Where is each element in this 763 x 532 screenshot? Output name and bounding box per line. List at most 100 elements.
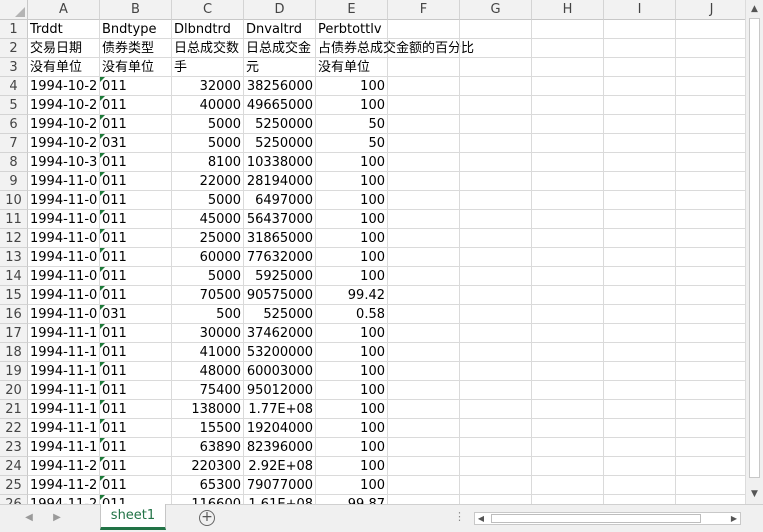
cell-g9[interactable]	[460, 172, 532, 191]
cell-j25[interactable]	[676, 476, 745, 495]
cell-i10[interactable]	[604, 191, 676, 210]
cell-d20[interactable]: 95012000	[244, 381, 316, 400]
cell-c8[interactable]: 8100	[172, 153, 244, 172]
cell-h23[interactable]	[532, 438, 604, 457]
cell-i20[interactable]	[604, 381, 676, 400]
cell-g8[interactable]	[460, 153, 532, 172]
cell-j5[interactable]	[676, 96, 745, 115]
cell-h2[interactable]	[532, 39, 604, 58]
row-header-11[interactable]: 11	[0, 210, 28, 229]
cell-j22[interactable]	[676, 419, 745, 438]
column-header-h[interactable]: H	[532, 0, 604, 20]
cell-d4[interactable]: 38256000	[244, 77, 316, 96]
cell-j9[interactable]	[676, 172, 745, 191]
cell-f18[interactable]	[388, 343, 460, 362]
cell-b2[interactable]: 债券类型	[100, 39, 172, 58]
cell-d8[interactable]: 10338000	[244, 153, 316, 172]
cell-c19[interactable]: 48000	[172, 362, 244, 381]
cell-b14[interactable]: 011	[100, 267, 172, 286]
cell-f10[interactable]	[388, 191, 460, 210]
cell-b7[interactable]: 031	[100, 134, 172, 153]
cell-f21[interactable]	[388, 400, 460, 419]
cell-i2[interactable]	[604, 39, 676, 58]
horizontal-scrollbar[interactable]: ◀ ▶	[474, 512, 741, 525]
cell-i6[interactable]	[604, 115, 676, 134]
cell-j7[interactable]	[676, 134, 745, 153]
cell-d25[interactable]: 79077000	[244, 476, 316, 495]
cell-j18[interactable]	[676, 343, 745, 362]
cell-i3[interactable]	[604, 58, 676, 77]
cell-e25[interactable]: 100	[316, 476, 388, 495]
cell-f1[interactable]	[388, 20, 460, 39]
cell-f24[interactable]	[388, 457, 460, 476]
cell-e10[interactable]: 100	[316, 191, 388, 210]
cell-b13[interactable]: 011	[100, 248, 172, 267]
cell-i7[interactable]	[604, 134, 676, 153]
cell-h16[interactable]	[532, 305, 604, 324]
cell-d11[interactable]: 56437000	[244, 210, 316, 229]
cell-c12[interactable]: 25000	[172, 229, 244, 248]
cell-j4[interactable]	[676, 77, 745, 96]
cell-b15[interactable]: 011	[100, 286, 172, 305]
cell-a10[interactable]: 1994-11-0	[28, 191, 100, 210]
cell-c7[interactable]: 5000	[172, 134, 244, 153]
row-header-23[interactable]: 23	[0, 438, 28, 457]
select-all-corner[interactable]	[0, 0, 28, 20]
cell-e4[interactable]: 100	[316, 77, 388, 96]
cell-f8[interactable]	[388, 153, 460, 172]
cell-g1[interactable]	[460, 20, 532, 39]
column-header-c[interactable]: C	[172, 0, 244, 20]
cell-e7[interactable]: 50	[316, 134, 388, 153]
cell-c24[interactable]: 220300	[172, 457, 244, 476]
cell-g12[interactable]	[460, 229, 532, 248]
cell-i22[interactable]	[604, 419, 676, 438]
cell-e14[interactable]: 100	[316, 267, 388, 286]
row-header-13[interactable]: 13	[0, 248, 28, 267]
cell-d7[interactable]: 5250000	[244, 134, 316, 153]
cell-c15[interactable]: 70500	[172, 286, 244, 305]
cell-c13[interactable]: 60000	[172, 248, 244, 267]
cell-d26[interactable]: 1.61E+08	[244, 495, 316, 504]
cell-d15[interactable]: 90575000	[244, 286, 316, 305]
cell-h7[interactable]	[532, 134, 604, 153]
cell-d16[interactable]: 525000	[244, 305, 316, 324]
spreadsheet-grid[interactable]: ABCDEFGHIJ 1 2 3 4 5 6 7 8 9 10 11 12 13 14 15 16 17 18 19…	[0, 0, 745, 504]
cell-c16[interactable]: 500	[172, 305, 244, 324]
row-header-12[interactable]: 12	[0, 229, 28, 248]
cell-i23[interactable]	[604, 438, 676, 457]
cell-i4[interactable]	[604, 77, 676, 96]
cell-f22[interactable]	[388, 419, 460, 438]
cell-j23[interactable]	[676, 438, 745, 457]
cell-h10[interactable]	[532, 191, 604, 210]
cell-e22[interactable]: 100	[316, 419, 388, 438]
cell-i14[interactable]	[604, 267, 676, 286]
cell-g15[interactable]	[460, 286, 532, 305]
cell-a5[interactable]: 1994-10-2	[28, 96, 100, 115]
row-header-9[interactable]: 9	[0, 172, 28, 191]
cell-c23[interactable]: 63890	[172, 438, 244, 457]
cell-j10[interactable]	[676, 191, 745, 210]
cell-c22[interactable]: 15500	[172, 419, 244, 438]
cell-a13[interactable]: 1994-11-0	[28, 248, 100, 267]
cell-g25[interactable]	[460, 476, 532, 495]
cell-b25[interactable]: 011	[100, 476, 172, 495]
cell-b21[interactable]: 011	[100, 400, 172, 419]
cell-f9[interactable]	[388, 172, 460, 191]
cell-j6[interactable]	[676, 115, 745, 134]
vertical-scroll-thumb[interactable]	[749, 18, 760, 478]
cell-f16[interactable]	[388, 305, 460, 324]
cell-i13[interactable]	[604, 248, 676, 267]
cell-a1[interactable]: Trddt	[28, 20, 100, 39]
cell-i25[interactable]	[604, 476, 676, 495]
cell-b12[interactable]: 011	[100, 229, 172, 248]
cell-a20[interactable]: 1994-11-1	[28, 381, 100, 400]
cell-c10[interactable]: 5000	[172, 191, 244, 210]
cell-b8[interactable]: 011	[100, 153, 172, 172]
cell-b9[interactable]: 011	[100, 172, 172, 191]
cell-g4[interactable]	[460, 77, 532, 96]
scroll-right-icon[interactable]: ▶	[728, 513, 740, 524]
cell-h17[interactable]	[532, 324, 604, 343]
row-header-10[interactable]: 10	[0, 191, 28, 210]
cell-e9[interactable]: 100	[316, 172, 388, 191]
cell-i24[interactable]	[604, 457, 676, 476]
